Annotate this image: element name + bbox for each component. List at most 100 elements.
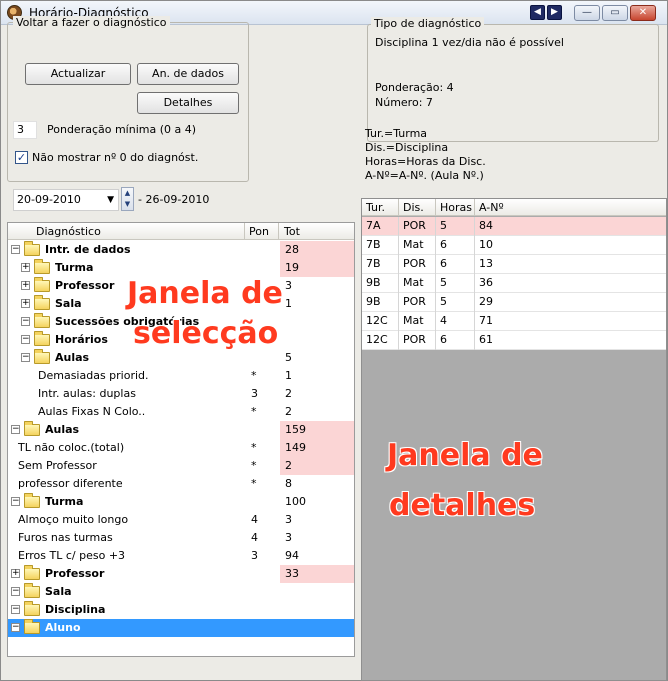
- tree-row[interactable]: − Aulas 159: [8, 421, 354, 439]
- column-divider: [474, 217, 475, 236]
- expand-icon[interactable]: +: [21, 299, 30, 308]
- detail-cell-horas: 5: [440, 219, 447, 232]
- details-button[interactable]: Detalhes: [137, 92, 239, 114]
- detail-row[interactable]: 12C POR 6 61: [362, 331, 666, 350]
- close-button[interactable]: ✕: [630, 5, 656, 21]
- diagnostic-label: Horários: [55, 333, 108, 346]
- tree-row[interactable]: − Aluno: [8, 619, 354, 637]
- tree-header: Diagnóstico Pon Tot: [8, 223, 354, 240]
- tree-row[interactable]: − Disciplina: [8, 601, 354, 619]
- data-analysis-button[interactable]: An. de dados: [137, 63, 239, 85]
- tree-row[interactable]: − Sala: [8, 583, 354, 601]
- tree-row[interactable]: − Intr. de dados 28: [8, 241, 354, 259]
- expand-icon[interactable]: +: [21, 281, 30, 290]
- left-pane: Voltar a fazer o diagnóstico Actualizar …: [1, 16, 357, 681]
- detail-cell-an: 13: [479, 257, 493, 270]
- tree-row[interactable]: Aulas Fixas N Colo.. * 2: [8, 403, 354, 421]
- collapse-icon[interactable]: −: [11, 587, 20, 596]
- detail-row[interactable]: 7B POR 6 13: [362, 255, 666, 274]
- total-cell: 19: [285, 261, 299, 274]
- total-cell: 8: [285, 477, 292, 490]
- detail-cell-tur: 12C: [366, 333, 388, 346]
- column-divider: [474, 293, 475, 312]
- expand-icon[interactable]: +: [21, 263, 30, 272]
- tree-row[interactable]: + Professor 33: [8, 565, 354, 583]
- tree-row[interactable]: − Aulas 5: [8, 349, 354, 367]
- detail-cell-an: 29: [479, 295, 493, 308]
- expand-icon[interactable]: +: [11, 569, 20, 578]
- detail-cell-dis: Mat: [403, 238, 424, 251]
- tree-row[interactable]: Intr. aulas: duplas 3 2: [8, 385, 354, 403]
- column-divider: [435, 217, 436, 236]
- tree-row[interactable]: professor diferente * 8: [8, 475, 354, 493]
- tree-row[interactable]: Furos nas turmas 4 3: [8, 529, 354, 547]
- collapse-icon[interactable]: −: [11, 425, 20, 434]
- weight-cell: 4: [251, 513, 258, 526]
- diagnostic-label: Professor: [55, 279, 115, 292]
- collapse-icon[interactable]: −: [21, 353, 30, 362]
- min-weight-input[interactable]: 3: [13, 121, 37, 139]
- col-horas[interactable]: Horas: [440, 201, 472, 214]
- detail-row[interactable]: 9B Mat 5 36: [362, 274, 666, 293]
- diagnostic-label: Intr. de dados: [45, 243, 131, 256]
- col-tot[interactable]: Tot: [284, 225, 300, 238]
- total-cell: 100: [285, 495, 306, 508]
- next-icon[interactable]: ▶: [547, 5, 562, 20]
- diagnostic-label: Aulas: [45, 423, 80, 436]
- tree-row[interactable]: Demasiadas priorid. * 1: [8, 367, 354, 385]
- collapse-icon[interactable]: −: [11, 605, 20, 614]
- detail-row[interactable]: 12C Mat 4 71: [362, 312, 666, 331]
- folder-icon: [24, 241, 40, 256]
- column-divider: [398, 274, 399, 293]
- col-diagnostico[interactable]: Diagnóstico: [36, 225, 101, 238]
- details-window-caption-line2: detalhes: [389, 488, 536, 523]
- col-dis[interactable]: Dis.: [403, 201, 424, 214]
- detail-cell-dis: POR: [403, 333, 426, 346]
- col-pon[interactable]: Pon: [249, 225, 269, 238]
- tree-row[interactable]: + Turma 19: [8, 259, 354, 277]
- date-spinner[interactable]: ▲ ▼: [121, 187, 134, 211]
- collapse-icon[interactable]: −: [21, 317, 30, 326]
- weight-cell: *: [251, 405, 257, 418]
- tree-row[interactable]: TL não coloc.(total) * 149: [8, 439, 354, 457]
- col-tur[interactable]: Tur.: [366, 201, 385, 214]
- chevron-down-icon[interactable]: ▼: [107, 190, 114, 210]
- tree-row[interactable]: Almoço muito longo 4 3: [8, 511, 354, 529]
- diagnostic-label: Turma: [55, 261, 94, 274]
- update-button[interactable]: Actualizar: [25, 63, 131, 85]
- weight-cell: *: [251, 477, 257, 490]
- column-divider: [398, 236, 399, 255]
- collapse-icon[interactable]: −: [21, 335, 30, 344]
- total-cell: 3: [285, 279, 292, 292]
- detail-row[interactable]: 9B POR 5 29: [362, 293, 666, 312]
- detail-row[interactable]: 7A POR 5 84: [362, 217, 666, 236]
- column-divider: [474, 331, 475, 350]
- collapse-icon[interactable]: −: [11, 497, 20, 506]
- date-from-select[interactable]: 20-09-2010 ▼: [13, 189, 119, 211]
- folder-icon: [34, 277, 50, 292]
- detail-cell-tur: 7B: [366, 257, 381, 270]
- diagnostic-label: Intr. aulas: duplas: [38, 387, 136, 400]
- hide-zero-checkbox[interactable]: ✓: [15, 151, 28, 164]
- col-anum[interactable]: A-Nº: [479, 201, 504, 214]
- column-divider: [398, 293, 399, 312]
- detail-cell-horas: 6: [440, 333, 447, 346]
- detail-cell-tur: 7B: [366, 238, 381, 251]
- detail-row[interactable]: 7B Mat 6 10: [362, 236, 666, 255]
- column-divider: [435, 312, 436, 331]
- tree-row[interactable]: Sem Professor * 2: [8, 457, 354, 475]
- diagnostic-label: Erros TL c/ peso +3: [18, 549, 126, 562]
- details-header: Tur. Dis. Horas A-Nº: [362, 199, 666, 216]
- detail-cell-horas: 5: [440, 276, 447, 289]
- prev-icon[interactable]: ◀: [530, 5, 545, 20]
- collapse-icon[interactable]: −: [11, 245, 20, 254]
- maximize-button[interactable]: ▭: [602, 5, 628, 21]
- detail-cell-an: 71: [479, 314, 493, 327]
- collapse-icon[interactable]: −: [11, 623, 20, 632]
- minimize-button[interactable]: —: [574, 5, 600, 21]
- detail-cell-tur: 12C: [366, 314, 388, 327]
- tree-row[interactable]: − Turma 100: [8, 493, 354, 511]
- folder-icon: [24, 565, 40, 580]
- detail-cell-dis: POR: [403, 257, 426, 270]
- tree-row[interactable]: Erros TL c/ peso +3 3 94: [8, 547, 354, 565]
